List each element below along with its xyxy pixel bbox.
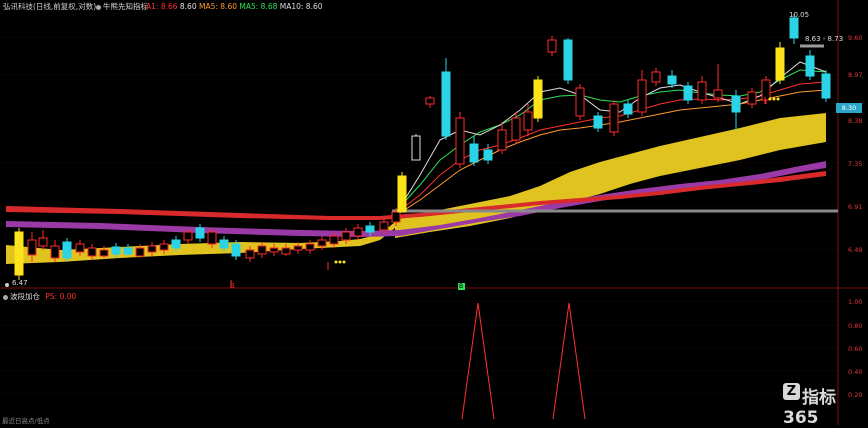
candle-body — [281, 247, 291, 255]
candle-body — [111, 246, 121, 255]
watermark-logo-icon: Z — [783, 383, 800, 400]
candle-body — [317, 239, 327, 247]
candle-body — [789, 17, 799, 39]
candle-body — [171, 239, 181, 249]
candle-body — [637, 79, 647, 113]
candle-body — [62, 241, 72, 259]
range-label: 8.63 - 8.73 — [805, 35, 844, 43]
sub-tick: 0.60 — [848, 345, 863, 353]
candle-body — [147, 245, 157, 253]
sub-panel-header[interactable]: 波段加仓 PS: 0.00 — [3, 292, 76, 302]
price-tick: 8.97 — [848, 71, 863, 79]
candle-body — [99, 249, 109, 257]
candle-body — [533, 79, 543, 119]
candle-body — [411, 135, 421, 161]
candle-body — [245, 249, 255, 259]
candle-body — [293, 245, 303, 251]
candle-body — [159, 243, 169, 251]
indicator-values: A1: 8.66 8.60 MA5: 8.60 MA5: 8.68 MA10: … — [146, 2, 323, 11]
candle-body — [575, 87, 585, 117]
indicator-dot-icon — [96, 4, 101, 10]
candle-body — [341, 231, 351, 241]
price-tick: 6.91 — [848, 203, 863, 211]
candle-body — [821, 73, 831, 99]
candle-body — [547, 39, 557, 53]
candle-body — [593, 115, 603, 129]
candle-body — [469, 143, 479, 163]
candle-body — [75, 243, 85, 253]
sub-tick: 0.40 — [848, 368, 863, 376]
candle-body — [609, 103, 619, 133]
sub-signal-2 — [552, 302, 586, 420]
candle-body — [713, 89, 723, 99]
candle-body — [269, 247, 279, 253]
candle-body — [697, 81, 707, 101]
chart-title: 弘讯科技(日线,前复权,对数) — [3, 2, 97, 11]
candle-body — [523, 111, 533, 131]
candle-body — [511, 117, 521, 141]
candle-body — [123, 247, 133, 255]
candle-body — [14, 231, 24, 276]
price-tick: 7.35 — [848, 160, 863, 168]
current-price-badge: 8.30 — [836, 103, 862, 113]
candle-body — [667, 75, 677, 85]
candle-body — [135, 247, 145, 257]
price-tick: 9.60 — [848, 34, 863, 42]
candle-body — [455, 117, 465, 165]
candle-body — [257, 245, 267, 255]
candle-body — [397, 175, 407, 213]
candle-body — [50, 245, 60, 259]
high-label: 10.05 — [789, 11, 810, 19]
candle-body — [219, 239, 229, 249]
candle-body — [683, 85, 693, 101]
candle-body — [183, 231, 193, 241]
low-label: 6.47 — [12, 279, 28, 287]
indicator-header[interactable]: 牛熊先知指标 — [96, 2, 148, 12]
red-band — [6, 171, 826, 220]
candle-body — [731, 95, 741, 113]
candle-body — [623, 103, 633, 115]
candle-body — [425, 97, 435, 105]
candle-body — [305, 243, 315, 251]
candle-body — [651, 71, 661, 83]
candle-body — [483, 149, 493, 161]
candle-body — [38, 237, 48, 247]
candle-body — [497, 129, 507, 151]
marker-b: B — [459, 283, 464, 290]
candle-body — [391, 211, 401, 223]
price-tick: 8.38 — [848, 117, 863, 125]
candle-body — [87, 247, 97, 257]
stock-chart[interactable] — [0, 0, 868, 425]
sub-indicator-dot-icon — [3, 294, 8, 300]
candle-body — [775, 47, 785, 81]
price-tick: 6.49 — [848, 246, 863, 254]
watermark: Z 指标365 — [783, 383, 836, 428]
candle-body — [805, 55, 815, 77]
candle-body — [231, 243, 241, 257]
candle-body — [195, 227, 205, 239]
candle-body — [441, 71, 451, 137]
candle-body — [761, 79, 771, 101]
candle-body — [747, 91, 757, 105]
sub-signal-1 — [461, 302, 495, 420]
candle-body — [563, 39, 573, 81]
marker-a: B — [230, 282, 235, 290]
candle-body — [27, 239, 37, 256]
candle-body — [207, 231, 217, 245]
candle-body — [329, 235, 339, 245]
candle-body — [353, 227, 363, 237]
candle-body — [379, 221, 389, 231]
candle-body — [365, 225, 375, 233]
sub-tick: 0.80 — [848, 322, 863, 330]
sub-tick: 1.00 — [848, 298, 863, 306]
